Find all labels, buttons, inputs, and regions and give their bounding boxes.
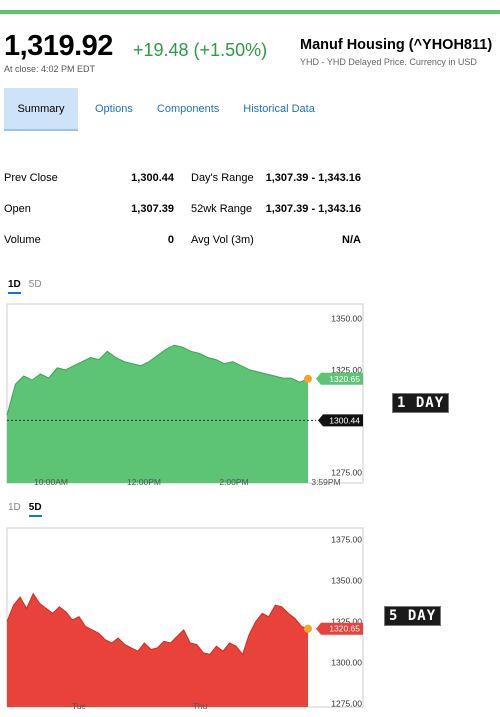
stat-row: Prev Close 1,300.44 Day's Range 1,307.39… [4,168,364,199]
range-tab-5d[interactable]: 5D [28,502,42,517]
stat-label: Open [4,203,31,215]
five-day-label: 5 DAY [384,606,442,626]
y-tick-label: 1300.00 [331,658,362,668]
ticker-name: Manuf Housing (^YHOH811) [300,37,493,53]
intraday-chart: 1350.001325.001300.001275.0010:00AM12:00… [0,303,370,485]
stat-row: Open 1,307.39 52wk Range 1,307.39 - 1,34… [4,199,364,230]
stat-row: Volume 0 Avg Vol (3m) N/A [4,230,364,261]
range-tab-5d[interactable]: 5D [29,279,42,294]
tab-historical-data[interactable]: Historical Data [231,88,327,131]
stat-label: 52wk Range [191,203,253,215]
y-tick-label: 1350.00 [331,313,362,323]
one-day-label: 1 DAY [392,393,450,413]
five-day-chart-svg: 1375.001350.001325.001300.001275.00Tue Th… [6,527,364,709]
x-tick-label: Thu [193,701,208,709]
stat-label: Day's Range [191,172,254,184]
stat-value: 1,307.39 - 1,343.16 [265,172,361,184]
close-time-note: At close: 4:02 PM EDT [4,64,96,74]
current-price-label: 1320.65 [329,374,360,384]
stat-label: Prev Close [4,172,58,184]
stat-label: Volume [4,234,41,246]
range-selector-5d: 1D 5D [8,502,42,517]
range-tab-1d[interactable]: 1D [8,279,21,294]
y-tick-label: 1275.00 [331,699,362,709]
x-tick-label: 12:00PM [127,477,161,485]
intraday-chart-svg: 1350.001325.001300.001275.0010:00AM12:00… [6,303,364,485]
x-tick-label: 2:00PM [219,477,248,485]
stat-value: 0 [167,234,174,246]
quote-change: +19.48 (+1.50%) [133,40,268,60]
ticker-subtitle: YHD - YHD Delayed Price. Currency in USD [300,57,477,67]
x-tick-label: 10:00AM [34,477,68,485]
y-tick-label: 1375.00 [331,534,362,544]
x-tick-label: Tue [72,701,87,709]
tab-components[interactable]: Components [145,88,231,131]
y-tick-label: 1350.00 [331,576,362,586]
five-day-chart: 1375.00 1350.00 1325.00 1300.00 1275.00 Tue Th… [0,527,370,709]
stat-value: 1,300.44 [131,172,174,184]
top-accent-bar [0,10,500,14]
quote-tabs: Summary Options Components Historical Da… [4,88,327,131]
range-selector-1d: 1D 5D [8,279,42,294]
current-price-marker [304,374,312,383]
range-tab-1d[interactable]: 1D [8,502,21,517]
tab-options[interactable]: Options [83,88,145,131]
prev-close-label: 1300.44 [329,415,360,425]
stats-table: Prev Close 1,300.44 Day's Range 1,307.39… [4,168,364,261]
current-price-label: 1320.65 [329,624,360,634]
quote-price: 1,319.92 [4,30,113,62]
stat-value: N/A [342,234,361,246]
tab-summary[interactable]: Summary [4,88,78,131]
x-tick-label: 3:59PM [311,477,340,485]
stat-label: Avg Vol (3m) [191,234,254,246]
current-price-marker [304,624,312,633]
stat-value: 1,307.39 - 1,343.16 [265,203,361,215]
stat-value: 1,307.39 [131,203,174,215]
